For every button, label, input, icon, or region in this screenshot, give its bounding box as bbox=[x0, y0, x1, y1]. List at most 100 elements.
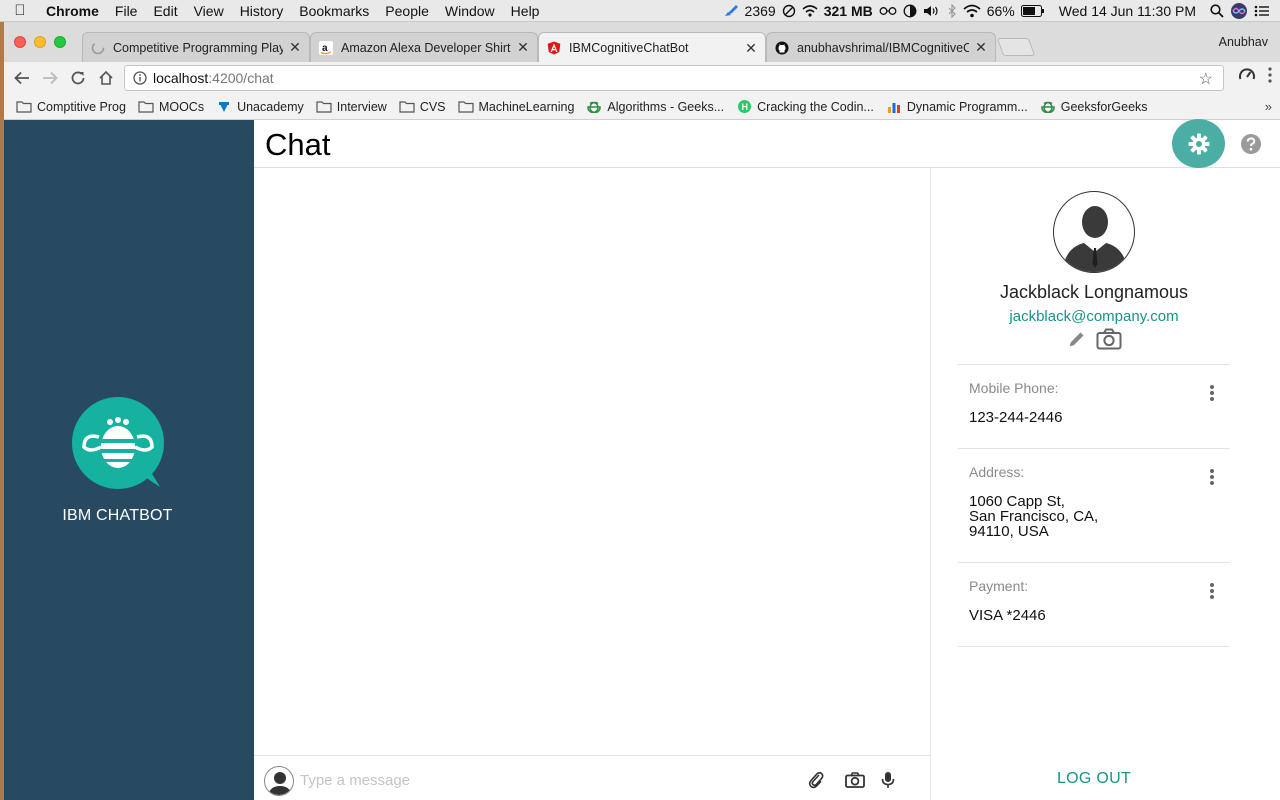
bookmark-geeksforgeeks[interactable]: GeeksforGeeks bbox=[1040, 100, 1148, 114]
bookmarks-overflow-icon[interactable]: » bbox=[1265, 99, 1272, 114]
wifi-small-icon[interactable] bbox=[802, 5, 818, 17]
menu-edit[interactable]: Edit bbox=[145, 3, 185, 19]
notification-center-icon[interactable] bbox=[1254, 4, 1270, 18]
info-icon[interactable] bbox=[133, 71, 147, 85]
close-tab-icon[interactable]: ✕ bbox=[745, 40, 757, 57]
more-options-icon[interactable] bbox=[1210, 583, 1214, 599]
spotlight-search-icon[interactable] bbox=[1210, 4, 1224, 18]
minimize-window-button[interactable] bbox=[34, 36, 46, 48]
angular-icon bbox=[547, 41, 561, 55]
battery-percent: 66% bbox=[986, 3, 1015, 19]
new-tab-button[interactable] bbox=[996, 38, 1036, 56]
bookmark-interview[interactable]: Interview bbox=[316, 100, 387, 114]
logout-button[interactable]: LOG OUT bbox=[931, 770, 1257, 788]
address-bar[interactable]: localhost:4200/chat ☆ bbox=[124, 65, 1224, 91]
rocket-icon[interactable] bbox=[723, 4, 739, 18]
microphone-icon bbox=[881, 772, 895, 788]
svg-text:a: a bbox=[322, 43, 328, 54]
attach-button[interactable] bbox=[806, 770, 826, 790]
close-tab-icon[interactable]: ✕ bbox=[975, 39, 987, 56]
help-icon[interactable] bbox=[1240, 133, 1262, 155]
profile-name[interactable]: Anubhav bbox=[1219, 35, 1268, 49]
field-value: 1060 Capp St, San Francisco, CA, 94110, … bbox=[969, 493, 1099, 540]
bookmark-dynamic-programming[interactable]: Dynamic Programm... bbox=[886, 100, 1028, 114]
volume-icon[interactable] bbox=[923, 4, 941, 18]
gear-icon bbox=[1188, 133, 1209, 154]
apple-menu-icon[interactable]:  bbox=[0, 2, 40, 19]
close-tab-icon[interactable]: ✕ bbox=[289, 39, 301, 56]
close-window-button[interactable] bbox=[14, 36, 26, 48]
sidebar: IBM CHATBOT bbox=[4, 120, 254, 800]
battery-icon[interactable] bbox=[1020, 5, 1045, 17]
bookmark-moocs[interactable]: MOOCs bbox=[138, 100, 204, 114]
reload-icon bbox=[71, 71, 85, 85]
clock[interactable]: Wed 14 Jun 11:30 PM bbox=[1059, 3, 1196, 19]
bookmark-comptitive-prog[interactable]: Comptitive Prog bbox=[16, 100, 126, 114]
bookmark-cracking-the-coding[interactable]: H Cracking the Codin... bbox=[736, 100, 874, 114]
forward-button[interactable] bbox=[36, 64, 64, 92]
tab-title: Competitive Programming Play bbox=[113, 40, 283, 55]
reload-button[interactable] bbox=[64, 64, 92, 92]
menu-people[interactable]: People bbox=[377, 3, 437, 19]
bluetooth-icon[interactable] bbox=[947, 4, 957, 18]
back-button[interactable] bbox=[8, 64, 36, 92]
bookmark-star-icon[interactable]: ☆ bbox=[1199, 69, 1213, 89]
tab-title: Amazon Alexa Developer Shirt bbox=[341, 40, 511, 55]
more-options-icon[interactable] bbox=[1210, 385, 1214, 401]
profile-email[interactable]: jackblack@company.com bbox=[931, 308, 1257, 325]
siri-icon[interactable] bbox=[1230, 2, 1248, 20]
speed-dial-extension-icon[interactable] bbox=[1238, 66, 1256, 84]
profile-name: Jackblack Longnamous bbox=[999, 282, 1189, 302]
geeksforgeeks-icon bbox=[586, 100, 602, 113]
bookmark-unacademy[interactable]: Unacademy bbox=[216, 100, 304, 114]
app-menu[interactable]: Chrome bbox=[40, 3, 107, 19]
bookmark-cvs[interactable]: CVS bbox=[399, 100, 446, 114]
bookmark-label: Algorithms - Geeks... bbox=[607, 99, 725, 114]
bookmark-machinelearning[interactable]: MachineLearning bbox=[457, 99, 575, 114]
do-not-disturb-icon[interactable] bbox=[782, 4, 796, 18]
bookmark-label: MachineLearning bbox=[478, 99, 575, 114]
bookmark-algorithms-geeks[interactable]: Algorithms - Geeks... bbox=[586, 100, 724, 114]
url-path: :4200/chat bbox=[208, 70, 274, 86]
tab-strip: Competitive Programming Play ✕ a Amazon … bbox=[4, 22, 1280, 63]
edit-pencil-icon[interactable] bbox=[1067, 329, 1087, 349]
tab-ibm-chatbot[interactable]: IBMCognitiveChatBot ✕ bbox=[538, 32, 766, 63]
status-area: 2369 321 MB 66% Wed 14 Jun 11:30 PM bbox=[723, 0, 1280, 22]
window-controls bbox=[14, 36, 66, 48]
chrome-menu-icon[interactable] bbox=[1268, 67, 1272, 83]
chatbot-bee-logo-icon bbox=[72, 397, 164, 489]
bookmark-label: MOOCs bbox=[158, 99, 205, 114]
profile-field-payment: Payment: VISA *2446 bbox=[958, 562, 1230, 646]
menu-file[interactable]: File bbox=[107, 3, 146, 19]
camera-button[interactable] bbox=[844, 770, 866, 790]
tab-competitive-programming[interactable]: Competitive Programming Play ✕ bbox=[82, 32, 310, 62]
menu-window[interactable]: Window bbox=[437, 3, 503, 19]
divider bbox=[958, 646, 1230, 647]
back-arrow-icon bbox=[14, 71, 29, 85]
wifi-icon[interactable] bbox=[963, 4, 981, 18]
tab-title: anubhavshrimal/IBMCognitiveC bbox=[797, 40, 969, 55]
field-value: VISA *2446 bbox=[969, 607, 1046, 624]
change-photo-camera-icon[interactable] bbox=[1096, 328, 1122, 350]
glasses-icon[interactable] bbox=[879, 6, 897, 16]
tab-amazon-alexa[interactable]: a Amazon Alexa Developer Shirt ✕ bbox=[310, 32, 538, 62]
menu-history[interactable]: History bbox=[232, 3, 292, 19]
menu-view[interactable]: View bbox=[186, 3, 232, 19]
more-options-icon[interactable] bbox=[1210, 469, 1214, 485]
menu-bookmarks[interactable]: Bookmarks bbox=[291, 3, 377, 19]
settings-button[interactable] bbox=[1172, 119, 1225, 168]
businessman-silhouette-icon bbox=[1062, 206, 1128, 272]
message-composer bbox=[254, 755, 930, 800]
home-icon bbox=[99, 70, 113, 85]
microphone-button[interactable] bbox=[878, 770, 898, 790]
close-tab-icon[interactable]: ✕ bbox=[517, 39, 529, 56]
home-button[interactable] bbox=[92, 64, 120, 92]
contrast-icon[interactable] bbox=[903, 4, 917, 18]
menu-help[interactable]: Help bbox=[503, 3, 548, 19]
tab-github-repo[interactable]: anubhavshrimal/IBMCognitiveC ✕ bbox=[766, 32, 996, 62]
maximize-window-button[interactable] bbox=[54, 36, 66, 48]
profile-field-address: Address: 1060 Capp St, San Francisco, CA… bbox=[958, 448, 1230, 562]
bookmark-label: Interview bbox=[336, 99, 387, 114]
message-input[interactable] bbox=[300, 768, 780, 792]
bookmark-label: GeeksforGeeks bbox=[1060, 99, 1148, 114]
